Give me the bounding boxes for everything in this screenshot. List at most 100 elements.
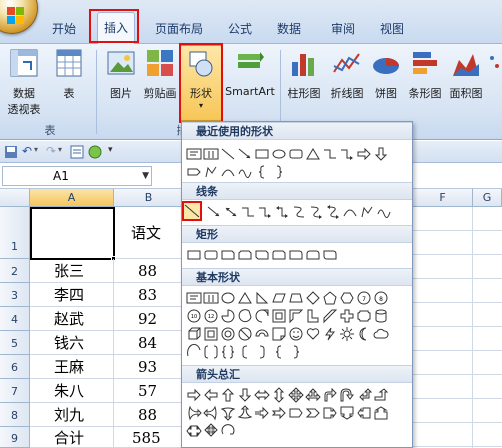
right-arrow-icon[interactable]	[356, 146, 372, 162]
row-header-9[interactable]: 9	[0, 427, 30, 448]
diagonal-stripe-icon[interactable]	[322, 308, 338, 324]
right-triangle-icon[interactable]	[254, 290, 270, 306]
hexagon-icon[interactable]	[339, 290, 355, 306]
curved-right-arrow-icon[interactable]	[186, 405, 202, 421]
bevel-icon[interactable]	[203, 326, 219, 342]
row-header-8[interactable]: 8	[0, 403, 30, 427]
left-up-arrow-icon[interactable]	[356, 387, 372, 403]
pentagon-icon[interactable]	[186, 164, 202, 180]
row-header-4[interactable]: 4	[0, 307, 30, 331]
down-arrow-icon[interactable]	[373, 146, 389, 162]
save-icon[interactable]	[4, 145, 18, 159]
row-header-1[interactable]: 1	[0, 207, 30, 259]
row-header-2[interactable]: 2	[0, 259, 30, 283]
half-frame-icon[interactable]	[288, 308, 304, 324]
teardrop-icon[interactable]	[254, 308, 270, 324]
cell-a1[interactable]	[30, 207, 115, 260]
cell-a6[interactable]: 王麻	[30, 355, 114, 379]
table-button[interactable]: 表	[54, 48, 84, 101]
cell-b1[interactable]: 语文	[115, 207, 184, 259]
up-arrow-callout-icon[interactable]	[373, 405, 389, 421]
block-arc-icon[interactable]	[254, 326, 270, 342]
right-arrow-icon[interactable]	[186, 387, 202, 403]
pivot-table-button[interactable]: 数据 透视表	[4, 48, 44, 117]
snip-same-side-rectangle-icon[interactable]	[237, 247, 253, 263]
pentagon-shape-icon[interactable]	[322, 290, 338, 306]
text-box-icon[interactable]	[186, 146, 202, 162]
cell-a2[interactable]: 张三	[30, 259, 114, 283]
tab-home[interactable]: 开始	[52, 20, 76, 38]
dodecagon-icon[interactable]: 12	[203, 308, 219, 324]
right-arrow-callout-icon[interactable]	[322, 405, 338, 421]
tab-formulas[interactable]: 公式	[228, 20, 252, 38]
cube-icon[interactable]	[186, 326, 202, 342]
left-right-arrow-callout-icon[interactable]	[186, 423, 202, 439]
vertical-text-box-icon[interactable]	[203, 146, 219, 162]
down-arrow-callout-icon[interactable]	[339, 405, 355, 421]
triangle-icon[interactable]	[305, 146, 321, 162]
bent-arrow-icon[interactable]	[322, 387, 338, 403]
cell-b3[interactable]: 83	[114, 283, 184, 307]
elbow-arrow-connector-icon[interactable]	[339, 146, 355, 162]
smartart-button[interactable]: SmartArt	[224, 48, 276, 98]
striped-right-arrow-icon[interactable]	[254, 405, 270, 421]
line-shape-selected-highlight[interactable]	[182, 201, 202, 221]
left-bracket-icon[interactable]	[237, 344, 253, 360]
curved-up-arrow-icon[interactable]	[220, 405, 236, 421]
curve-icon[interactable]	[342, 204, 358, 220]
up-arrow-icon[interactable]	[220, 387, 236, 403]
cell-b6[interactable]: 93	[114, 355, 184, 379]
sun-icon[interactable]	[339, 326, 355, 342]
clipart-button[interactable]: 剪贴画	[142, 48, 178, 101]
decagon-icon[interactable]: 10	[186, 308, 202, 324]
column-header-a[interactable]: A	[30, 189, 114, 207]
u-turn-arrow-icon[interactable]	[339, 387, 355, 403]
double-bracket-icon[interactable]	[203, 344, 219, 360]
bent-up-arrow-icon[interactable]	[373, 387, 389, 403]
scatter-chart-button[interactable]	[488, 48, 502, 85]
chord-icon[interactable]	[237, 308, 253, 324]
moon-icon[interactable]	[356, 326, 372, 342]
left-right-up-arrow-icon[interactable]	[305, 387, 321, 403]
folded-corner-icon[interactable]	[271, 326, 287, 342]
cell-a9[interactable]: 合计	[30, 427, 114, 448]
curve-icon[interactable]	[220, 164, 236, 180]
freeform-icon[interactable]	[203, 164, 219, 180]
lightning-bolt-icon[interactable]	[322, 326, 338, 342]
left-brace-icon[interactable]	[254, 164, 270, 180]
arc-icon[interactable]	[186, 344, 202, 360]
double-arrow-line-icon[interactable]	[223, 204, 239, 220]
column-header-b[interactable]: B	[114, 189, 184, 207]
cell-b2[interactable]: 88	[114, 259, 184, 283]
smiley-face-icon[interactable]	[288, 326, 304, 342]
redo-icon[interactable]: ↷	[46, 144, 56, 158]
scribble-icon[interactable]	[376, 204, 392, 220]
donut-icon[interactable]	[220, 326, 236, 342]
notched-right-arrow-icon[interactable]	[271, 405, 287, 421]
right-brace-icon[interactable]	[288, 344, 304, 360]
text-box-icon[interactable]	[186, 290, 202, 306]
line-chart-button[interactable]: 折线图	[327, 48, 367, 101]
octagon-icon[interactable]: 8	[373, 290, 389, 306]
form-icon[interactable]	[70, 145, 84, 159]
round-same-side-rectangle-icon[interactable]	[305, 247, 321, 263]
column-header-f[interactable]: F	[413, 189, 473, 207]
elbow-arrow-connector-icon[interactable]	[257, 204, 273, 220]
elbow-connector-icon[interactable]	[240, 204, 256, 220]
name-box[interactable]: A1 ▼	[2, 166, 152, 186]
snip-diagonal-rectangle-icon[interactable]	[254, 247, 270, 263]
cell-a3[interactable]: 李四	[30, 283, 114, 307]
area-chart-button[interactable]: 面积图	[446, 48, 486, 101]
cell-b8[interactable]: 88	[114, 403, 184, 427]
tab-review[interactable]: 审阅	[331, 20, 355, 38]
no-symbol-icon[interactable]	[237, 326, 253, 342]
left-arrow-icon[interactable]	[203, 387, 219, 403]
cell-b7[interactable]: 57	[114, 379, 184, 403]
up-down-arrow-icon[interactable]	[271, 387, 287, 403]
cloud-icon[interactable]	[373, 326, 389, 342]
column-chart-button[interactable]: 柱形图	[284, 48, 324, 101]
smiley-icon[interactable]	[88, 145, 102, 159]
cell-b9[interactable]: 585	[114, 427, 184, 448]
round-single-corner-rectangle-icon[interactable]	[288, 247, 304, 263]
left-right-arrow-icon[interactable]	[254, 387, 270, 403]
